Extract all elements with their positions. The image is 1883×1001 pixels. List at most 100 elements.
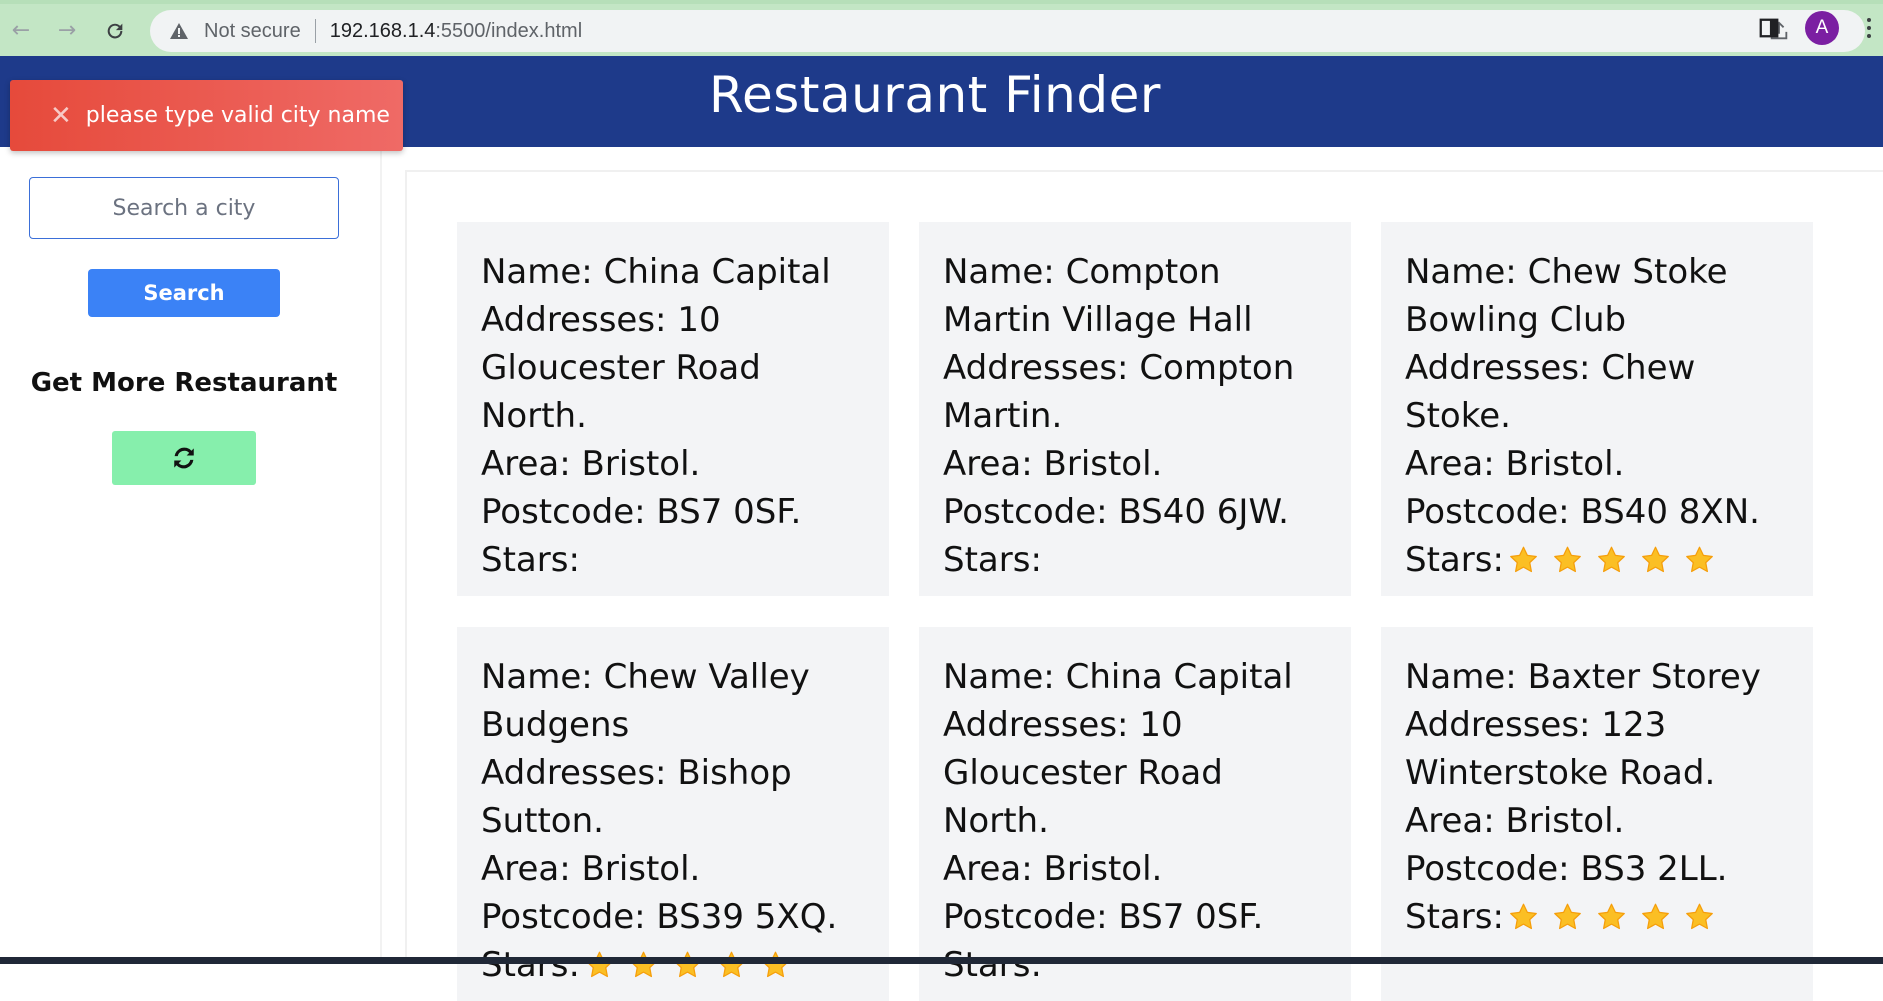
restaurant-area: Bristol. — [1505, 444, 1625, 484]
restaurant-postcode: BS40 6JW. — [1118, 492, 1289, 532]
postcode-label: Postcode: — [1405, 492, 1570, 532]
name-line: Name: Compton Martin Village Hall — [943, 248, 1327, 344]
not-secure-label[interactable]: Not secure — [204, 20, 301, 43]
star-icon — [1686, 546, 1713, 572]
postcode-label: Postcode: — [481, 492, 646, 532]
postcode-label: Postcode: — [943, 897, 1108, 937]
name-label: Name: — [481, 252, 593, 292]
postcode-line: Postcode: BS7 0SF. — [481, 488, 865, 536]
star-icon — [674, 951, 701, 977]
stars-line: Stars: — [481, 941, 865, 989]
restaurant-name: China Capital — [603, 252, 831, 292]
postcode-line: Postcode: BS7 0SF. — [943, 893, 1327, 941]
toast-message: please type valid city name — [85, 103, 390, 128]
stars-line: Stars: — [1405, 893, 1789, 941]
stars-line: Stars: — [943, 941, 1327, 989]
restaurant-card: Name: China Capital Addresses: 10 Glouce… — [919, 627, 1351, 1001]
restaurant-card: Name: Compton Martin Village Hall Addres… — [919, 222, 1351, 596]
city-search-input[interactable] — [29, 177, 339, 239]
stars-line: Stars: — [481, 536, 865, 584]
url-path: :5500/index.html — [435, 19, 583, 42]
address-label: Addresses: — [943, 348, 1129, 388]
postcode-label: Postcode: — [943, 492, 1108, 532]
refresh-icon — [174, 447, 194, 469]
name-label: Name: — [481, 657, 593, 697]
reload-icon[interactable] — [100, 16, 130, 46]
star-rating — [584, 950, 791, 980]
area-label: Area: — [481, 849, 571, 889]
area-line: Area: Bristol. — [943, 845, 1327, 893]
restaurant-card: Name: Baxter Storey Addresses: 123 Winte… — [1381, 627, 1813, 1001]
restaurant-card: Name: Chew Stoke Bowling Club Addresses:… — [1381, 222, 1813, 596]
omnibox-divider — [314, 19, 316, 43]
sidebar: Search Get More Restaurant — [0, 147, 382, 957]
postcode-line: Postcode: BS40 6JW. — [943, 488, 1327, 536]
restaurant-postcode: BS40 8XN. — [1580, 492, 1760, 532]
get-more-heading: Get More Restaurant — [30, 368, 338, 398]
taskbar-edge — [0, 957, 1883, 964]
postcode-line: Postcode: BS3 2LL. — [1405, 845, 1789, 893]
postcode-label: Postcode: — [481, 897, 646, 937]
restaurant-area: Bristol. — [581, 444, 701, 484]
stars-label: Stars: — [481, 540, 580, 580]
restaurant-area: Bristol. — [1043, 444, 1163, 484]
name-label: Name: — [1405, 252, 1517, 292]
refresh-button[interactable] — [112, 431, 256, 485]
star-icon — [1642, 546, 1669, 572]
postcode-line: Postcode: BS40 8XN. — [1405, 488, 1789, 536]
name-line: Name: China Capital — [481, 248, 865, 296]
restaurant-postcode: BS3 2LL. — [1580, 849, 1728, 889]
stars-label: Stars: — [1405, 540, 1504, 580]
name-line: Name: Baxter Storey — [1405, 653, 1789, 701]
stars-label: Stars: — [1405, 897, 1504, 937]
url-host: 192.168.1.4 — [329, 19, 436, 42]
restaurant-postcode: BS7 0SF. — [656, 492, 802, 532]
area-label: Area: — [1405, 444, 1495, 484]
area-line: Area: Bristol. — [1405, 797, 1789, 845]
restaurant-area: Bristol. — [1043, 849, 1163, 889]
search-button[interactable]: Search — [88, 269, 280, 317]
address-label: Addresses: — [1405, 705, 1591, 745]
star-icon — [718, 951, 745, 977]
address-label: Addresses: — [1405, 348, 1591, 388]
url-text[interactable]: 192.168.1.4:5500/index.html — [330, 20, 582, 43]
star-icon — [1554, 903, 1581, 929]
area-label: Area: — [481, 444, 571, 484]
star-icon — [586, 951, 613, 977]
profile-avatar[interactable]: A — [1805, 11, 1839, 45]
star-icon — [1510, 903, 1537, 929]
area-line: Area: Bristol. — [481, 440, 865, 488]
address-label: Addresses: — [481, 753, 667, 793]
close-icon[interactable]: ✕ — [50, 103, 72, 129]
star-icon — [1598, 546, 1625, 572]
restaurant-name: China Capital — [1065, 657, 1293, 697]
star-icon — [1686, 903, 1713, 929]
star-icon — [1642, 903, 1669, 929]
address-label: Addresses: — [943, 705, 1129, 745]
stars-line: Stars: — [943, 536, 1327, 584]
restaurant-name: Baxter Storey — [1527, 657, 1761, 697]
menu-kebab-icon[interactable] — [1861, 18, 1877, 38]
name-label: Name: — [1405, 657, 1517, 697]
stars-line: Stars: — [1405, 536, 1789, 584]
address-line: Addresses: Compton Martin. — [943, 344, 1327, 440]
back-icon[interactable]: ← — [6, 16, 36, 46]
address-line: Addresses: 10 Gloucester Road North. — [481, 296, 865, 440]
address-line: Addresses: 123 Winterstoke Road. — [1405, 701, 1789, 797]
restaurant-postcode: BS7 0SF. — [1118, 897, 1264, 937]
area-label: Area: — [943, 444, 1033, 484]
address-bar[interactable]: Not secure 192.168.1.4:5500/index.html — [150, 10, 1865, 52]
area-line: Area: Bristol. — [1405, 440, 1789, 488]
stars-label: Stars: — [481, 945, 580, 985]
warning-icon[interactable] — [168, 20, 190, 42]
address-line: Addresses: Chew Stoke. — [1405, 344, 1789, 440]
browser-actions: A — [1755, 8, 1883, 48]
star-rating — [1508, 902, 1715, 932]
side-panel-icon[interactable] — [1755, 14, 1783, 42]
error-toast: ✕ please type valid city name — [10, 80, 403, 151]
forward-icon[interactable]: → — [52, 16, 82, 46]
browser-toolbar: ← → Not secure 192.168.1.4:5500/index.ht… — [0, 0, 1883, 56]
star-icon — [762, 951, 789, 977]
star-rating — [1508, 545, 1715, 575]
address-line: Addresses: 10 Gloucester Road North. — [943, 701, 1327, 845]
